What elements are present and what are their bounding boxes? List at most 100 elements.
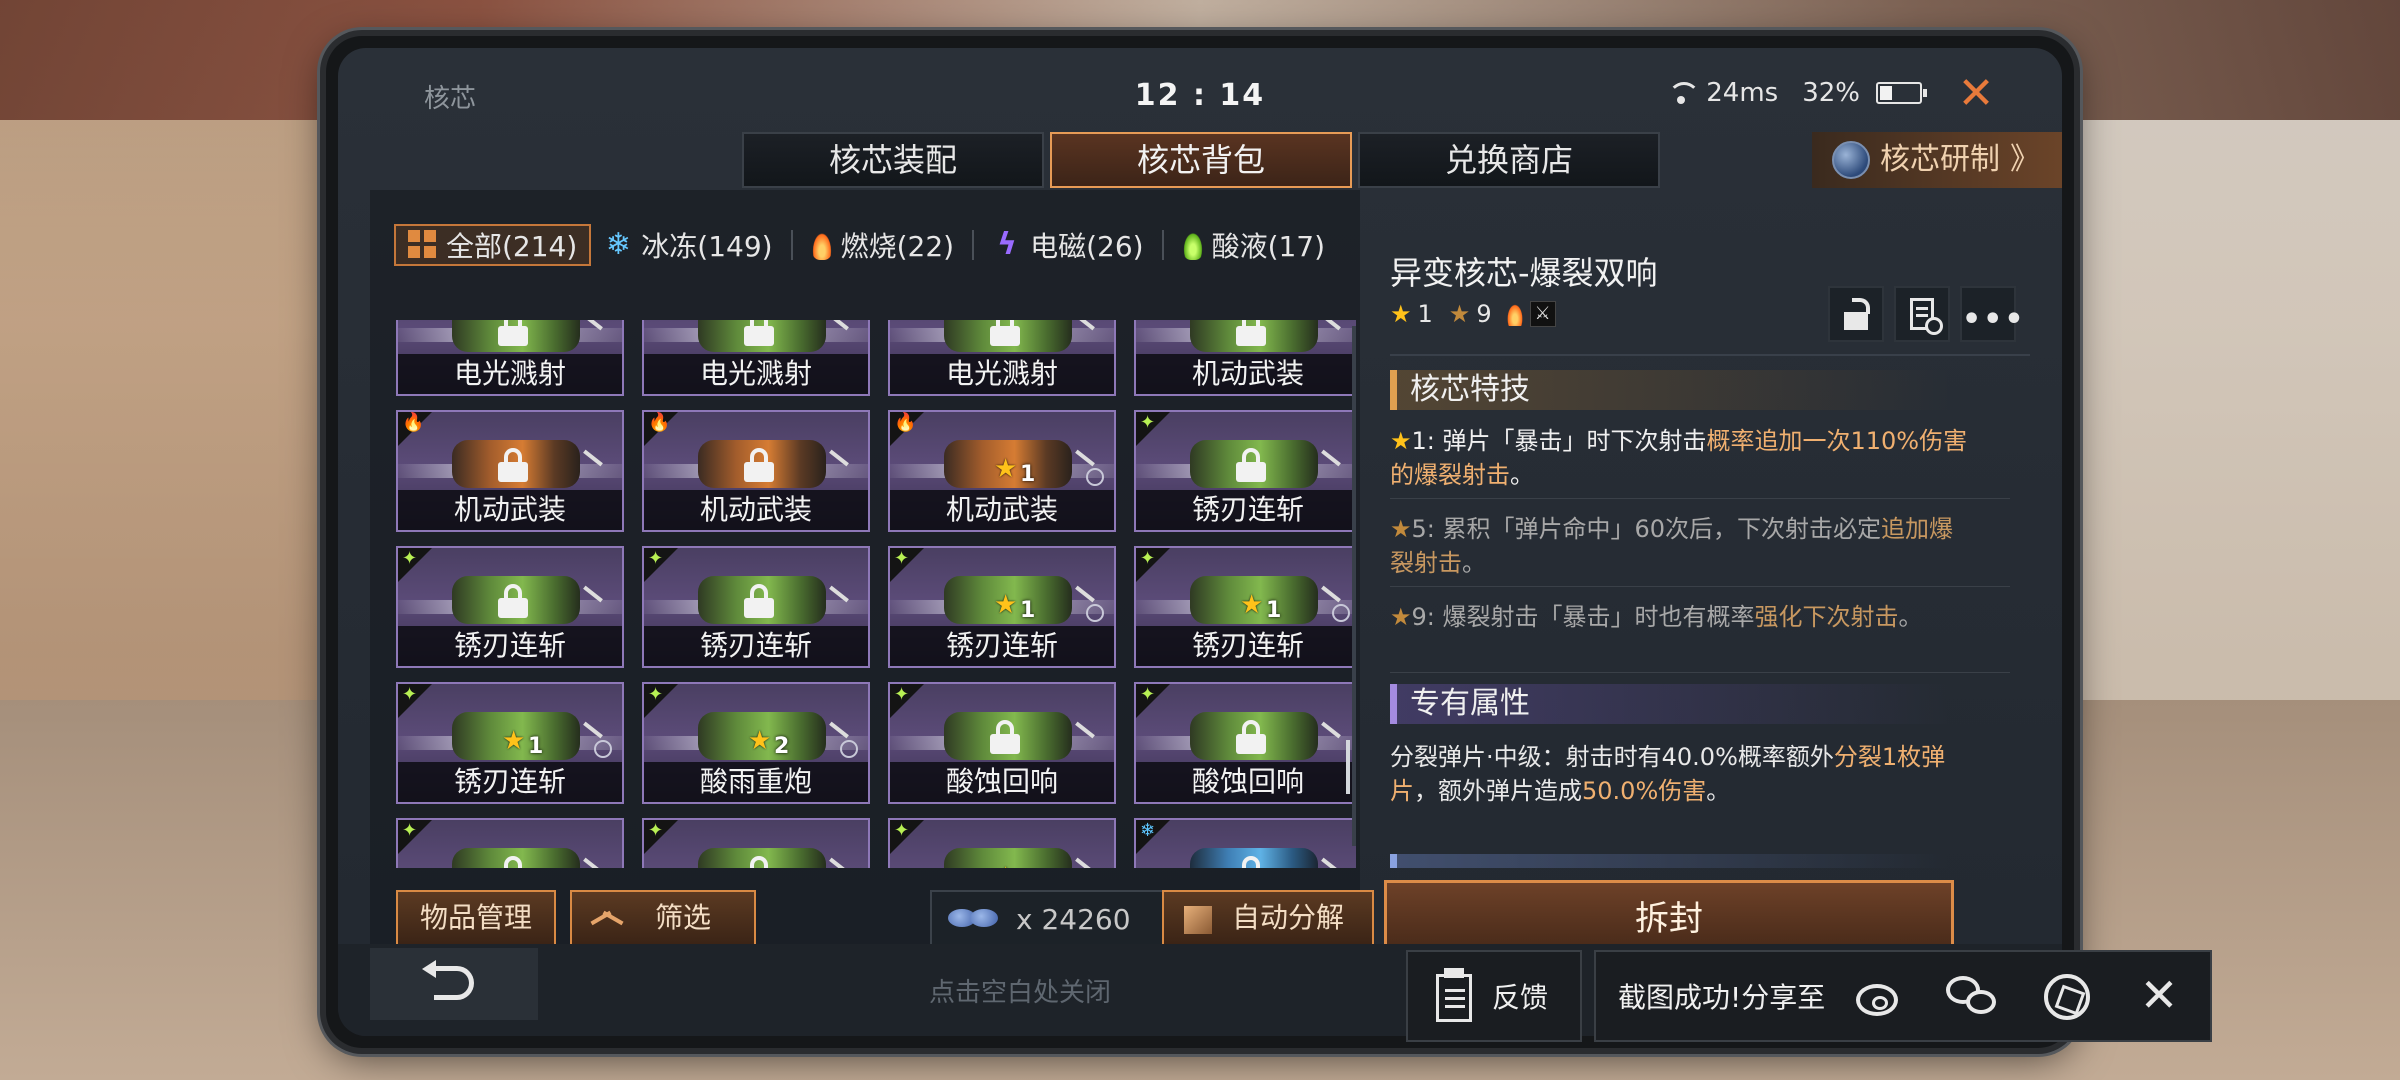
weapon-type-icon	[829, 857, 849, 868]
core-name: 锈刃连斩	[1136, 626, 1356, 666]
skill-level-1: ★1: 弹片「暴击」时下次射击概率追加一次110%伤害的爆裂射击。	[1390, 424, 1970, 492]
weibo-icon[interactable]	[1854, 972, 1904, 1022]
details-button[interactable]	[1894, 286, 1950, 342]
acid-element-icon: ✦	[1140, 684, 1156, 705]
device-frame: 核芯 12 : 14 24ms 32% ✕ 核芯装配 核芯背包 兑换商店 核芯研…	[326, 36, 2074, 1048]
section-core-skill: 核芯特技	[1390, 370, 1950, 410]
weapon-type-icon	[1075, 857, 1095, 868]
ice-element-icon: ❄	[1140, 820, 1156, 841]
chevron-up-icon	[590, 910, 624, 928]
section-exclusive-attribute: 专有属性	[1390, 684, 1950, 724]
unlock-button[interactable]	[1828, 286, 1884, 342]
skill-9-text: 9: 爆裂射击「暴击」时也有概率	[1411, 603, 1755, 631]
skill-5-end: 。	[1462, 549, 1486, 577]
more-button[interactable]: •••	[1960, 286, 2024, 342]
section-general-attribute-partial	[1390, 854, 1950, 868]
filter-burn[interactable]: 燃烧(22)	[799, 224, 966, 266]
filter-button-label: 筛选	[654, 901, 711, 934]
camera-shutter-icon[interactable]	[2042, 972, 2092, 1022]
divider	[1390, 498, 2010, 499]
attr-text-2: ，额外弹片造成	[1414, 777, 1582, 805]
core-name: 酸蚀回响	[890, 762, 1114, 802]
star-icon: ★	[502, 726, 526, 756]
snowflake-icon: ❄	[605, 227, 631, 262]
core-name: 机动武装	[644, 490, 868, 530]
lock-icon	[498, 448, 528, 482]
lock-icon	[744, 320, 774, 346]
star-icon: ★	[994, 590, 1018, 620]
skill-5-text: 5: 累积「弹片命中」60次后，下次射击必定	[1411, 515, 1882, 543]
share-label: 截图成功!分享至	[1618, 981, 1826, 1014]
core-name: 锈刃连斩	[1136, 490, 1356, 530]
core-card[interactable]: ✦	[396, 818, 624, 868]
core-card[interactable]: ✦机动武装	[1134, 320, 1356, 396]
status-bar: 核芯 12 : 14 24ms 32% ✕	[338, 48, 2062, 124]
gold-star-icon: ★	[1390, 300, 1412, 328]
core-card[interactable]: 🔥 机动武装	[642, 410, 870, 532]
core-card[interactable]: 🔥 机动武装	[396, 410, 624, 532]
core-card[interactable]: ✦ 锈刃连斩	[396, 546, 624, 668]
acid-element-icon: ✦	[894, 548, 910, 569]
scrollbar-thumb[interactable]	[1346, 740, 1350, 794]
status-indicators: 24ms 32%	[1666, 78, 1927, 108]
weapon-type-icon	[583, 857, 603, 868]
core-card[interactable]: ✦ ★ 1 锈刃连斩	[888, 546, 1116, 668]
core-research-label: 核芯研制	[1880, 142, 2000, 177]
core-card[interactable]: ✦ ★ 1 锈刃连斩	[396, 682, 624, 804]
battery-icon	[1876, 82, 1927, 104]
core-card[interactable]: ✦ 锈刃连斩	[1134, 410, 1356, 532]
tab-bar: 核芯装配 核芯背包 兑换商店	[742, 132, 1660, 188]
core-card[interactable]: ✦ 酸蚀回响	[888, 682, 1116, 804]
scrollbar-track[interactable]	[1352, 326, 1356, 846]
close-icon[interactable]: ✕	[1956, 72, 1996, 116]
core-card[interactable]: ✦ ★ 2 酸雨重炮	[642, 682, 870, 804]
core-research-button[interactable]: 核芯研制 》	[1812, 132, 2062, 188]
core-card[interactable]: ✦	[642, 818, 870, 868]
filter-button[interactable]: 筛选	[570, 890, 756, 946]
core-name: 机动武装	[398, 490, 622, 530]
core-card[interactable]: ✦★1	[888, 818, 1116, 868]
filter-acid[interactable]: 酸液(17)	[1170, 224, 1337, 266]
core-card[interactable]: 🔥 ★ 1 机动武装	[888, 410, 1116, 532]
acid-element-icon: ✦	[648, 684, 664, 705]
feedback-button[interactable]: 反馈	[1406, 950, 1582, 1042]
tab-core-assembly[interactable]: 核芯装配	[742, 132, 1044, 188]
core-card[interactable]: ✦电光溅射	[888, 320, 1116, 396]
acid-element-icon: ✦	[894, 684, 910, 705]
filter-electro-label: 电磁(26)	[1030, 230, 1144, 263]
filter-all[interactable]: 全部(214)	[394, 224, 592, 266]
equip-status-icon	[594, 740, 612, 758]
core-card[interactable]: ✦ 酸蚀回响	[1134, 682, 1356, 804]
core-card[interactable]: ✦电光溅射	[642, 320, 870, 396]
double-chevron-right-icon: 》	[2010, 142, 2040, 177]
wechat-icon[interactable]	[1946, 972, 1996, 1022]
screen: 核芯 12 : 14 24ms 32% ✕ 核芯装配 核芯背包 兑换商店 核芯研…	[338, 48, 2062, 1036]
gold-star-icon: ★	[1390, 427, 1412, 455]
core-rank-row: ★ 1 ★ 9 ⚔	[1390, 300, 1556, 328]
flame-icon	[1505, 302, 1524, 326]
core-card[interactable]: ❄	[1134, 818, 1356, 868]
filter-electro[interactable]: ϟ 电磁(26)	[980, 224, 1155, 266]
latency-text: 24ms	[1706, 78, 1779, 108]
divider	[1390, 354, 2030, 356]
core-card[interactable]: ✦ ★ 1 锈刃连斩	[1134, 546, 1356, 668]
equip-status-icon	[1086, 468, 1104, 486]
close-icon[interactable]: ✕	[2134, 970, 2184, 1020]
filter-ice[interactable]: ❄ 冰冻(149)	[591, 224, 784, 266]
tab-core-backpack[interactable]: 核芯背包	[1050, 132, 1352, 188]
item-management-button[interactable]: 物品管理	[396, 890, 556, 946]
core-card[interactable]: ✦ 锈刃连斩	[642, 546, 870, 668]
core-card[interactable]: ✦电光溅射	[396, 320, 624, 396]
core-title: 异变核芯-爆裂双响	[1390, 254, 1658, 292]
acid-element-icon: ✦	[402, 548, 418, 569]
acid-element-icon: ✦	[1140, 548, 1156, 569]
lock-icon	[744, 448, 774, 482]
filter-divider	[1161, 230, 1164, 260]
auto-decompose-button[interactable]: 自动分解	[1162, 890, 1374, 946]
star-count: 2	[774, 734, 790, 759]
core-grid-viewport[interactable]: ✦电光溅射✦电光溅射✦电光溅射✦机动武装🔥机动武装🔥机动武装🔥★1机动武装✦锈刃…	[396, 320, 1356, 868]
box-icon	[1184, 906, 1212, 934]
star-icon: ★	[1240, 590, 1264, 620]
tab-exchange-shop[interactable]: 兑换商店	[1358, 132, 1660, 188]
skill-9-end: 。	[1898, 603, 1923, 631]
